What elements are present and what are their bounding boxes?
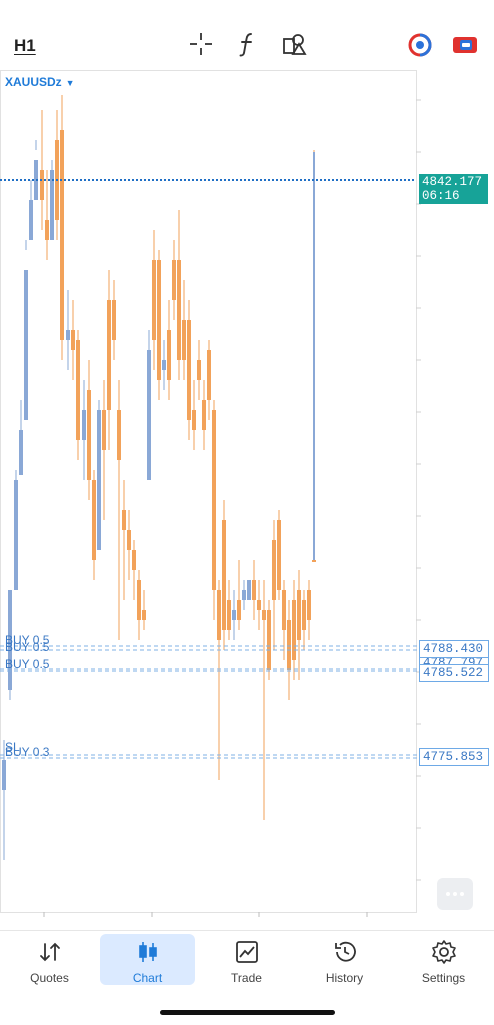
order-lines [0, 645, 418, 759]
order-label[interactable]: BUY 0.5 [5, 657, 49, 671]
candle-body [97, 410, 101, 550]
candle-body [242, 590, 246, 600]
candle-body [76, 340, 80, 440]
candle-body [157, 260, 161, 380]
candle-body [66, 330, 70, 340]
candle-body [182, 320, 186, 360]
candle-body [24, 270, 28, 420]
candle-body [267, 610, 271, 670]
candle-body [207, 350, 211, 400]
order-price: 4775.853 [423, 750, 484, 764]
candle-body [71, 330, 75, 350]
history-icon [335, 941, 356, 962]
trade-icon [236, 941, 258, 963]
candle-body [237, 600, 241, 620]
candle-body [87, 390, 91, 480]
order-label[interactable]: BUY 0.5 [5, 640, 49, 654]
candle-body [277, 520, 281, 590]
symbol-selector[interactable]: XAUUSDz ▼ [5, 75, 75, 89]
candle-body [19, 430, 23, 475]
candle-body [292, 600, 296, 660]
one-click-trading-icon[interactable] [452, 35, 478, 55]
quotes-icon [40, 942, 60, 962]
settings-icon [432, 940, 456, 964]
timeframe-selector[interactable]: H1 [14, 36, 36, 56]
bar-countdown: 06:16 [422, 189, 460, 203]
candle-body [107, 300, 111, 410]
candle-body [112, 300, 116, 340]
candle-body [172, 260, 176, 300]
objects-icon[interactable] [280, 30, 308, 58]
candle-body [197, 360, 201, 380]
order-price-tag[interactable]: 4788.430 [419, 640, 489, 658]
tab-label: History [325, 971, 364, 985]
candle-body [282, 590, 286, 630]
order-price-tag[interactable]: 4785.522 [419, 664, 489, 682]
candle-body [222, 520, 226, 630]
candle-body [247, 580, 251, 600]
candle-body [162, 360, 166, 370]
candle-body [102, 410, 106, 450]
candle-body [137, 580, 141, 620]
candle-body [212, 410, 216, 590]
candle-body [92, 480, 96, 560]
tab-quotes[interactable]: Quotes [2, 931, 97, 991]
candle-body [257, 600, 261, 610]
order-price-tag[interactable]: 4775.853 [419, 748, 489, 766]
order-price: 4785.522 [423, 666, 484, 680]
candle-body [272, 540, 276, 600]
candle-body [40, 170, 44, 200]
tab-trade[interactable]: Trade [199, 931, 294, 991]
home-indicator [160, 1010, 335, 1015]
candle-body [187, 320, 191, 420]
crosshair-icon[interactable] [187, 30, 215, 58]
candle-body [227, 600, 231, 630]
candle-body [252, 580, 256, 600]
tab-label: Quotes [30, 971, 69, 985]
candle-body [262, 610, 266, 620]
more-options-button[interactable] [437, 878, 473, 910]
candle-body [2, 760, 6, 790]
top-toolbar: H1 [0, 0, 494, 70]
indicators-icon[interactable] [233, 30, 261, 58]
candle-body [147, 350, 151, 480]
candle-body [177, 260, 181, 360]
candle-body [297, 590, 301, 640]
candle-body [45, 220, 49, 240]
candle-body [127, 530, 131, 550]
candle-body [287, 620, 291, 670]
account-switch-icon[interactable] [407, 33, 433, 57]
candle-body [302, 600, 306, 630]
candle-body [192, 410, 196, 430]
tab-label: Settings [421, 971, 466, 985]
order-price: 4788.430 [423, 642, 484, 656]
current-price: 4842.177 [422, 175, 483, 189]
candle-body [202, 400, 206, 430]
candle-body [82, 410, 86, 440]
candle-body [122, 510, 126, 530]
candle-body [152, 260, 156, 340]
candle-body [60, 130, 64, 340]
tab-chart[interactable]: Chart [100, 931, 195, 991]
candle-body [217, 590, 221, 640]
candle-body [142, 610, 146, 620]
current-price-tag: 4842.177 06:16 [419, 174, 488, 204]
chevron-down-icon: ▼ [65, 78, 75, 88]
candle-body [132, 550, 136, 570]
candle-body [232, 610, 236, 620]
tab-settings[interactable]: Settings [396, 931, 491, 991]
tab-label: Trade [231, 971, 262, 985]
chart-icon [139, 942, 157, 962]
candle-body [312, 560, 316, 562]
symbol-label: XAUUSDz [5, 75, 62, 89]
tab-history[interactable]: History [297, 931, 392, 991]
candle-body [14, 480, 18, 590]
candle-body [167, 330, 171, 380]
candle-body [307, 590, 311, 620]
order-label[interactable]: BUY 0.3 [5, 745, 49, 759]
candle-body [29, 200, 33, 240]
tab-label: Chart [132, 971, 163, 985]
candle-body [117, 410, 121, 460]
